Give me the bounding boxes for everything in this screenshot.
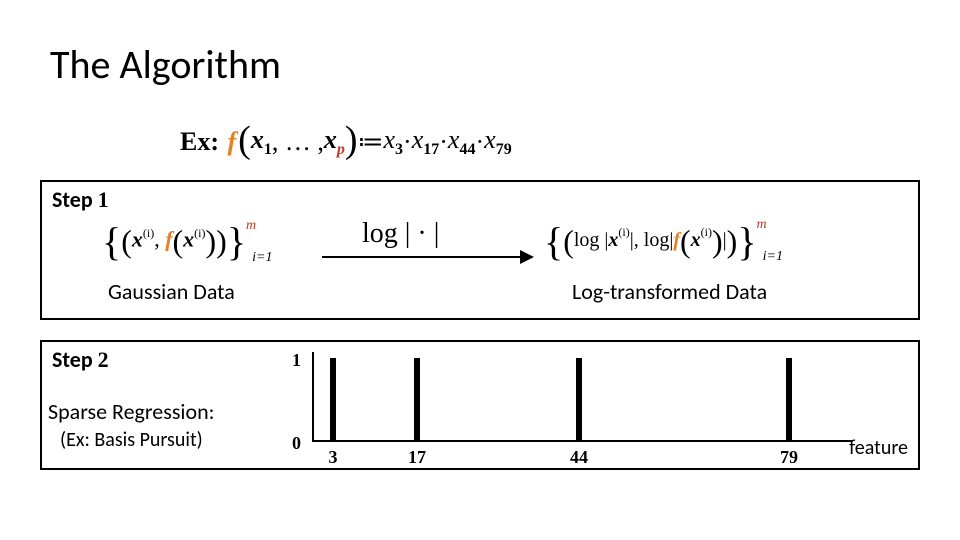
ex-fsym: f — [226, 127, 239, 157]
chart-xtick: 17 — [408, 447, 426, 468]
log-operator: log | · | — [362, 218, 439, 250]
gaussian-data-label: Gaussian Data — [108, 278, 235, 305]
arg-xp: xp — [324, 125, 345, 159]
chart-y-axis — [312, 352, 314, 442]
ytick-1: 1 — [292, 350, 301, 371]
arg-x1: x1 — [251, 125, 272, 159]
log-transformed-label: Log-transformed Data — [572, 278, 767, 305]
sparse-coef-chart: 1 0 3174479 — [292, 352, 852, 448]
dot2: · — [439, 127, 448, 157]
term-x3: x3 — [383, 125, 403, 159]
step2-box: Step 2 Sparse Regression: (Ex: Basis Pur… — [40, 340, 920, 470]
step1-box: Step 1 {(x(i), f(x(i)))}mi=1 Gaussian Da… — [40, 180, 920, 320]
page-title: The Algorithm — [50, 40, 281, 89]
log-dataset-expr: {(log |x(i)|, log|f(x(i))|)}mi=1 — [544, 218, 787, 265]
ytick-0: 0 — [292, 433, 301, 454]
feature-axis-label: feature — [849, 436, 908, 460]
dot1: · — [403, 127, 412, 157]
chart-bar — [786, 358, 792, 442]
chart-xtick: 3 — [329, 447, 338, 468]
term-x44: x44 — [448, 125, 476, 159]
chart-x-axis — [312, 440, 852, 442]
example-formula: Ex: f ( x1 , … , xp ) ≔ x3 · x17 · x44 ·… — [180, 120, 512, 164]
term-x17: x17 — [412, 125, 440, 159]
chart-bar — [414, 358, 420, 442]
chart-bar — [330, 358, 336, 442]
ex-prefix: Ex: — [180, 127, 219, 157]
transform-arrow — [322, 256, 532, 258]
chart-xtick: 79 — [780, 447, 798, 468]
chart-bar — [576, 358, 582, 442]
paren-open: ( — [238, 118, 251, 162]
sparse-regression-label: Sparse Regression: — [48, 398, 215, 425]
defeq: ≔ — [357, 127, 383, 157]
arg-dots: , … , — [272, 127, 324, 157]
step2-label: Step 2 — [52, 346, 109, 373]
term-x79: x79 — [484, 125, 512, 159]
paren-close: ) — [345, 118, 358, 162]
dot3: · — [475, 127, 484, 157]
step1-label: Step 1 — [52, 186, 109, 213]
gaussian-dataset-expr: {(x(i), f(x(i)))}mi=1 — [102, 218, 276, 265]
chart-xtick: 44 — [570, 447, 588, 468]
basis-pursuit-label: (Ex: Basis Pursuit) — [60, 428, 203, 452]
